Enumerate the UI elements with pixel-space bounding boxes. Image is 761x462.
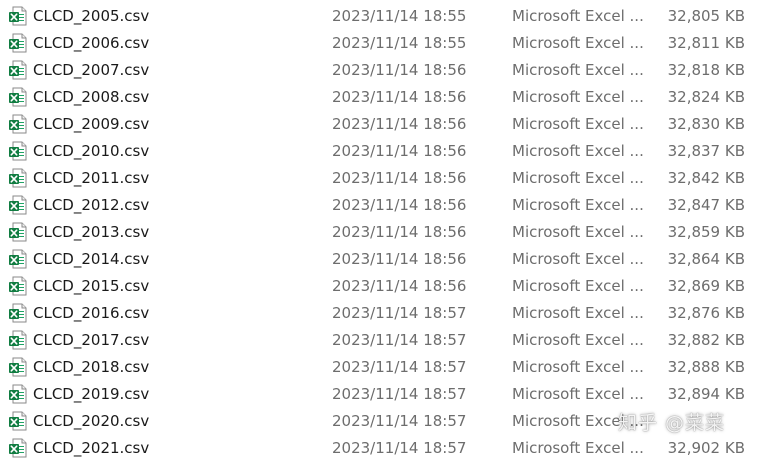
date-modified: 2023/11/14 18:57 xyxy=(332,358,467,376)
file-name: CLCD_2007.csv xyxy=(33,61,150,79)
file-name: CLCD_2018.csv xyxy=(33,358,150,376)
file-size: 32,864 KB xyxy=(667,250,745,268)
file-name: CLCD_2011.csv xyxy=(33,169,150,187)
file-size: 32,859 KB xyxy=(667,223,745,241)
date-modified: 2023/11/14 18:57 xyxy=(332,412,467,430)
date-modified: 2023/11/14 18:56 xyxy=(332,142,467,160)
file-size: 32,894 KB xyxy=(667,385,745,403)
excel-csv-icon xyxy=(8,87,28,107)
file-name: CLCD_2016.csv xyxy=(33,304,150,322)
file-name: CLCD_2010.csv xyxy=(33,142,150,160)
file-name: CLCD_2008.csv xyxy=(33,88,150,106)
date-modified: 2023/11/14 18:55 xyxy=(332,34,467,52)
date-modified: 2023/11/14 18:57 xyxy=(332,304,467,322)
file-size: 32,824 KB xyxy=(667,88,745,106)
file-type: Microsoft Excel ... xyxy=(512,142,644,160)
file-type: Microsoft Excel ... xyxy=(512,196,644,214)
file-row[interactable]: CLCD_2013.csv 2023/11/14 18:56 Microsoft E… xyxy=(0,219,761,246)
file-row[interactable]: CLCD_2018.csv 2023/11/14 18:57 Microsoft E… xyxy=(0,354,761,381)
file-type: Microsoft Excel ... xyxy=(512,169,644,187)
file-name: CLCD_2020.csv xyxy=(33,412,150,430)
file-size: 32,811 KB xyxy=(667,34,745,52)
file-type: Microsoft Excel ... xyxy=(512,223,644,241)
file-size: 32,847 KB xyxy=(667,196,745,214)
excel-csv-icon xyxy=(8,33,28,53)
file-row[interactable]: CLCD_2009.csv 2023/11/14 18:56 Microsoft E… xyxy=(0,111,761,138)
file-row[interactable]: CLCD_2016.csv 2023/11/14 18:57 Microsoft E… xyxy=(0,300,761,327)
file-type: Microsoft Excel ... xyxy=(512,115,644,133)
file-size: 32,882 KB xyxy=(667,331,745,349)
file-size: 32,888 KB xyxy=(667,358,745,376)
excel-csv-icon xyxy=(8,438,28,458)
excel-csv-icon xyxy=(8,330,28,350)
file-type: Microsoft Excel ... xyxy=(512,385,644,403)
excel-csv-icon xyxy=(8,249,28,269)
file-size: 32,805 KB xyxy=(667,7,745,25)
date-modified: 2023/11/14 18:56 xyxy=(332,196,467,214)
excel-csv-icon xyxy=(8,141,28,161)
date-modified: 2023/11/14 18:56 xyxy=(332,115,467,133)
watermark: 知乎 @菜菜 xyxy=(618,412,726,434)
file-size: 32,830 KB xyxy=(667,115,745,133)
file-type: Microsoft Excel ... xyxy=(512,304,644,322)
excel-csv-icon xyxy=(8,411,28,431)
excel-csv-icon xyxy=(8,195,28,215)
excel-csv-icon xyxy=(8,114,28,134)
file-name: CLCD_2013.csv xyxy=(33,223,150,241)
file-type: Microsoft Excel ... xyxy=(512,250,644,268)
excel-csv-icon xyxy=(8,303,28,323)
file-row[interactable]: CLCD_2008.csv 2023/11/14 18:56 Microsoft E… xyxy=(0,84,761,111)
excel-csv-icon xyxy=(8,6,28,26)
file-size: 32,869 KB xyxy=(667,277,745,295)
file-name: CLCD_2012.csv xyxy=(33,196,150,214)
file-type: Microsoft Excel ... xyxy=(512,7,644,25)
excel-csv-icon xyxy=(8,276,28,296)
file-size: 32,842 KB xyxy=(667,169,745,187)
date-modified: 2023/11/14 18:56 xyxy=(332,61,467,79)
file-row[interactable]: CLCD_2014.csv 2023/11/14 18:56 Microsoft E… xyxy=(0,246,761,273)
file-row[interactable]: CLCD_2005.csv 2023/11/14 18:55 Microsoft E… xyxy=(0,3,761,30)
file-size: 32,876 KB xyxy=(667,304,745,322)
file-name: CLCD_2015.csv xyxy=(33,277,150,295)
date-modified: 2023/11/14 18:57 xyxy=(332,331,467,349)
date-modified: 2023/11/14 18:55 xyxy=(332,7,467,25)
file-name: CLCD_2005.csv xyxy=(33,7,150,25)
file-type: Microsoft Excel ... xyxy=(512,61,644,79)
date-modified: 2023/11/14 18:56 xyxy=(332,169,467,187)
file-name: CLCD_2019.csv xyxy=(33,385,150,403)
file-row[interactable]: CLCD_2012.csv 2023/11/14 18:56 Microsoft E… xyxy=(0,192,761,219)
date-modified: 2023/11/14 18:57 xyxy=(332,385,467,403)
file-type: Microsoft Excel ... xyxy=(512,34,644,52)
date-modified: 2023/11/14 18:56 xyxy=(332,223,467,241)
date-modified: 2023/11/14 18:56 xyxy=(332,277,467,295)
file-row[interactable]: CLCD_2017.csv 2023/11/14 18:57 Microsoft E… xyxy=(0,327,761,354)
file-type: Microsoft Excel ... xyxy=(512,88,644,106)
file-row[interactable]: CLCD_2015.csv 2023/11/14 18:56 Microsoft E… xyxy=(0,273,761,300)
file-size: 32,837 KB xyxy=(667,142,745,160)
date-modified: 2023/11/14 18:56 xyxy=(332,250,467,268)
file-size: 32,818 KB xyxy=(667,61,745,79)
excel-csv-icon xyxy=(8,222,28,242)
excel-csv-icon xyxy=(8,168,28,188)
excel-csv-icon xyxy=(8,60,28,80)
file-row[interactable]: CLCD_2019.csv 2023/11/14 18:57 Microsoft E… xyxy=(0,381,761,408)
date-modified: 2023/11/14 18:56 xyxy=(332,88,467,106)
file-name: CLCD_2014.csv xyxy=(33,250,150,268)
file-list: CLCD_2005.csv 2023/11/14 18:55 Microsoft E… xyxy=(0,3,761,462)
file-type: Microsoft Excel ... xyxy=(512,358,644,376)
file-type: Microsoft Excel ... xyxy=(512,331,644,349)
excel-csv-icon xyxy=(8,357,28,377)
file-row[interactable]: CLCD_2010.csv 2023/11/14 18:56 Microsoft E… xyxy=(0,138,761,165)
file-row[interactable]: CLCD_2006.csv 2023/11/14 18:55 Microsoft E… xyxy=(0,30,761,57)
file-name: CLCD_2017.csv xyxy=(33,331,150,349)
excel-csv-icon xyxy=(8,384,28,404)
file-name: CLCD_2006.csv xyxy=(33,34,150,52)
file-name: CLCD_2009.csv xyxy=(33,115,150,133)
file-row[interactable]: CLCD_2011.csv 2023/11/14 18:56 Microsoft E… xyxy=(0,165,761,192)
file-type: Microsoft Excel ... xyxy=(512,277,644,295)
file-row[interactable]: CLCD_2007.csv 2023/11/14 18:56 Microsoft E… xyxy=(0,57,761,84)
